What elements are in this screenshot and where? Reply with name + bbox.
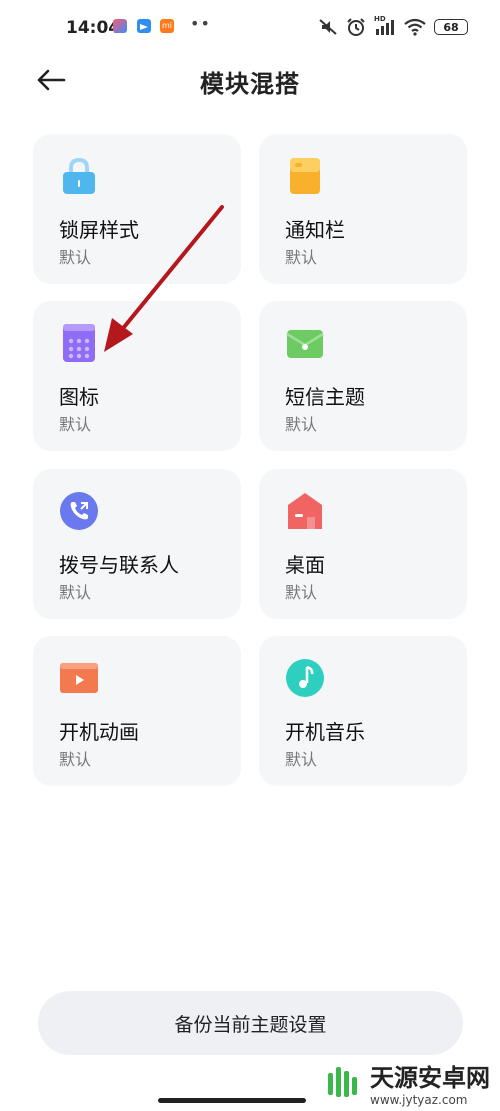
watermark-url: www.jytyaz.com: [370, 1093, 468, 1107]
card-subtitle: 默认: [285, 415, 318, 434]
card-desktop[interactable]: 桌面 默认: [259, 469, 467, 619]
card-title: 开机音乐: [285, 720, 365, 744]
backup-theme-settings-button[interactable]: 备份当前主题设置: [38, 991, 463, 1055]
card-lock-screen-style[interactable]: 锁屏样式 默认: [33, 134, 241, 284]
card-title: 拨号与联系人: [59, 553, 179, 577]
home-indicator[interactable]: [158, 1098, 306, 1103]
battery-indicator: 68: [434, 19, 468, 35]
mute-icon: [319, 19, 337, 35]
card-title: 图标: [59, 385, 99, 409]
card-subtitle: 默认: [59, 750, 92, 769]
page-title: 模块混搭: [200, 70, 300, 98]
watermark-title: 天源安卓网: [370, 1064, 490, 1092]
status-bar: 14:04 mi •• HD 68: [0, 0, 500, 56]
more-notifications-icon: ••: [190, 14, 211, 33]
video-play-icon: [60, 663, 98, 693]
signal-hd-icon: HD: [374, 15, 396, 36]
alarm-icon: [347, 18, 365, 36]
status-time: 14:04: [66, 18, 121, 38]
watermark: 天源安卓网 www.jytyaz.com: [324, 1058, 490, 1107]
status-icons: HD 68: [318, 15, 468, 37]
icon-grid-icon: [63, 324, 95, 362]
card-subtitle: 默认: [59, 248, 92, 267]
card-subtitle: 默认: [285, 583, 318, 602]
card-subtitle: 默认: [285, 248, 318, 267]
app-notification-icon: [113, 19, 127, 33]
wifi-icon: [404, 18, 426, 36]
card-boot-music[interactable]: 开机音乐 默认: [259, 636, 467, 786]
card-title: 短信主题: [285, 385, 365, 409]
mi-app-icon: mi: [160, 19, 174, 33]
message-envelope-icon: [286, 330, 324, 358]
card-subtitle: 默认: [59, 415, 92, 434]
notification-icon: [290, 158, 320, 194]
card-dialer-contacts[interactable]: 拨号与联系人 默认: [33, 469, 241, 619]
home-icon: [288, 493, 322, 529]
card-subtitle: 默认: [59, 583, 92, 602]
watermark-logo-icon: [328, 1066, 357, 1097]
phone-call-icon: [60, 492, 98, 530]
app-notification-icon: [137, 19, 151, 33]
card-message-theme[interactable]: 短信主题 默认: [259, 301, 467, 451]
card-notification-bar[interactable]: 通知栏 默认: [259, 134, 467, 284]
card-title: 通知栏: [285, 218, 345, 242]
card-title: 开机动画: [59, 720, 139, 744]
card-title: 锁屏样式: [59, 218, 139, 242]
card-title: 桌面: [285, 553, 325, 577]
music-note-icon: [286, 659, 324, 697]
card-boot-animation[interactable]: 开机动画 默认: [33, 636, 241, 786]
card-icons[interactable]: 图标 默认: [33, 301, 241, 451]
card-subtitle: 默认: [285, 750, 318, 769]
lock-icon: [63, 157, 95, 194]
